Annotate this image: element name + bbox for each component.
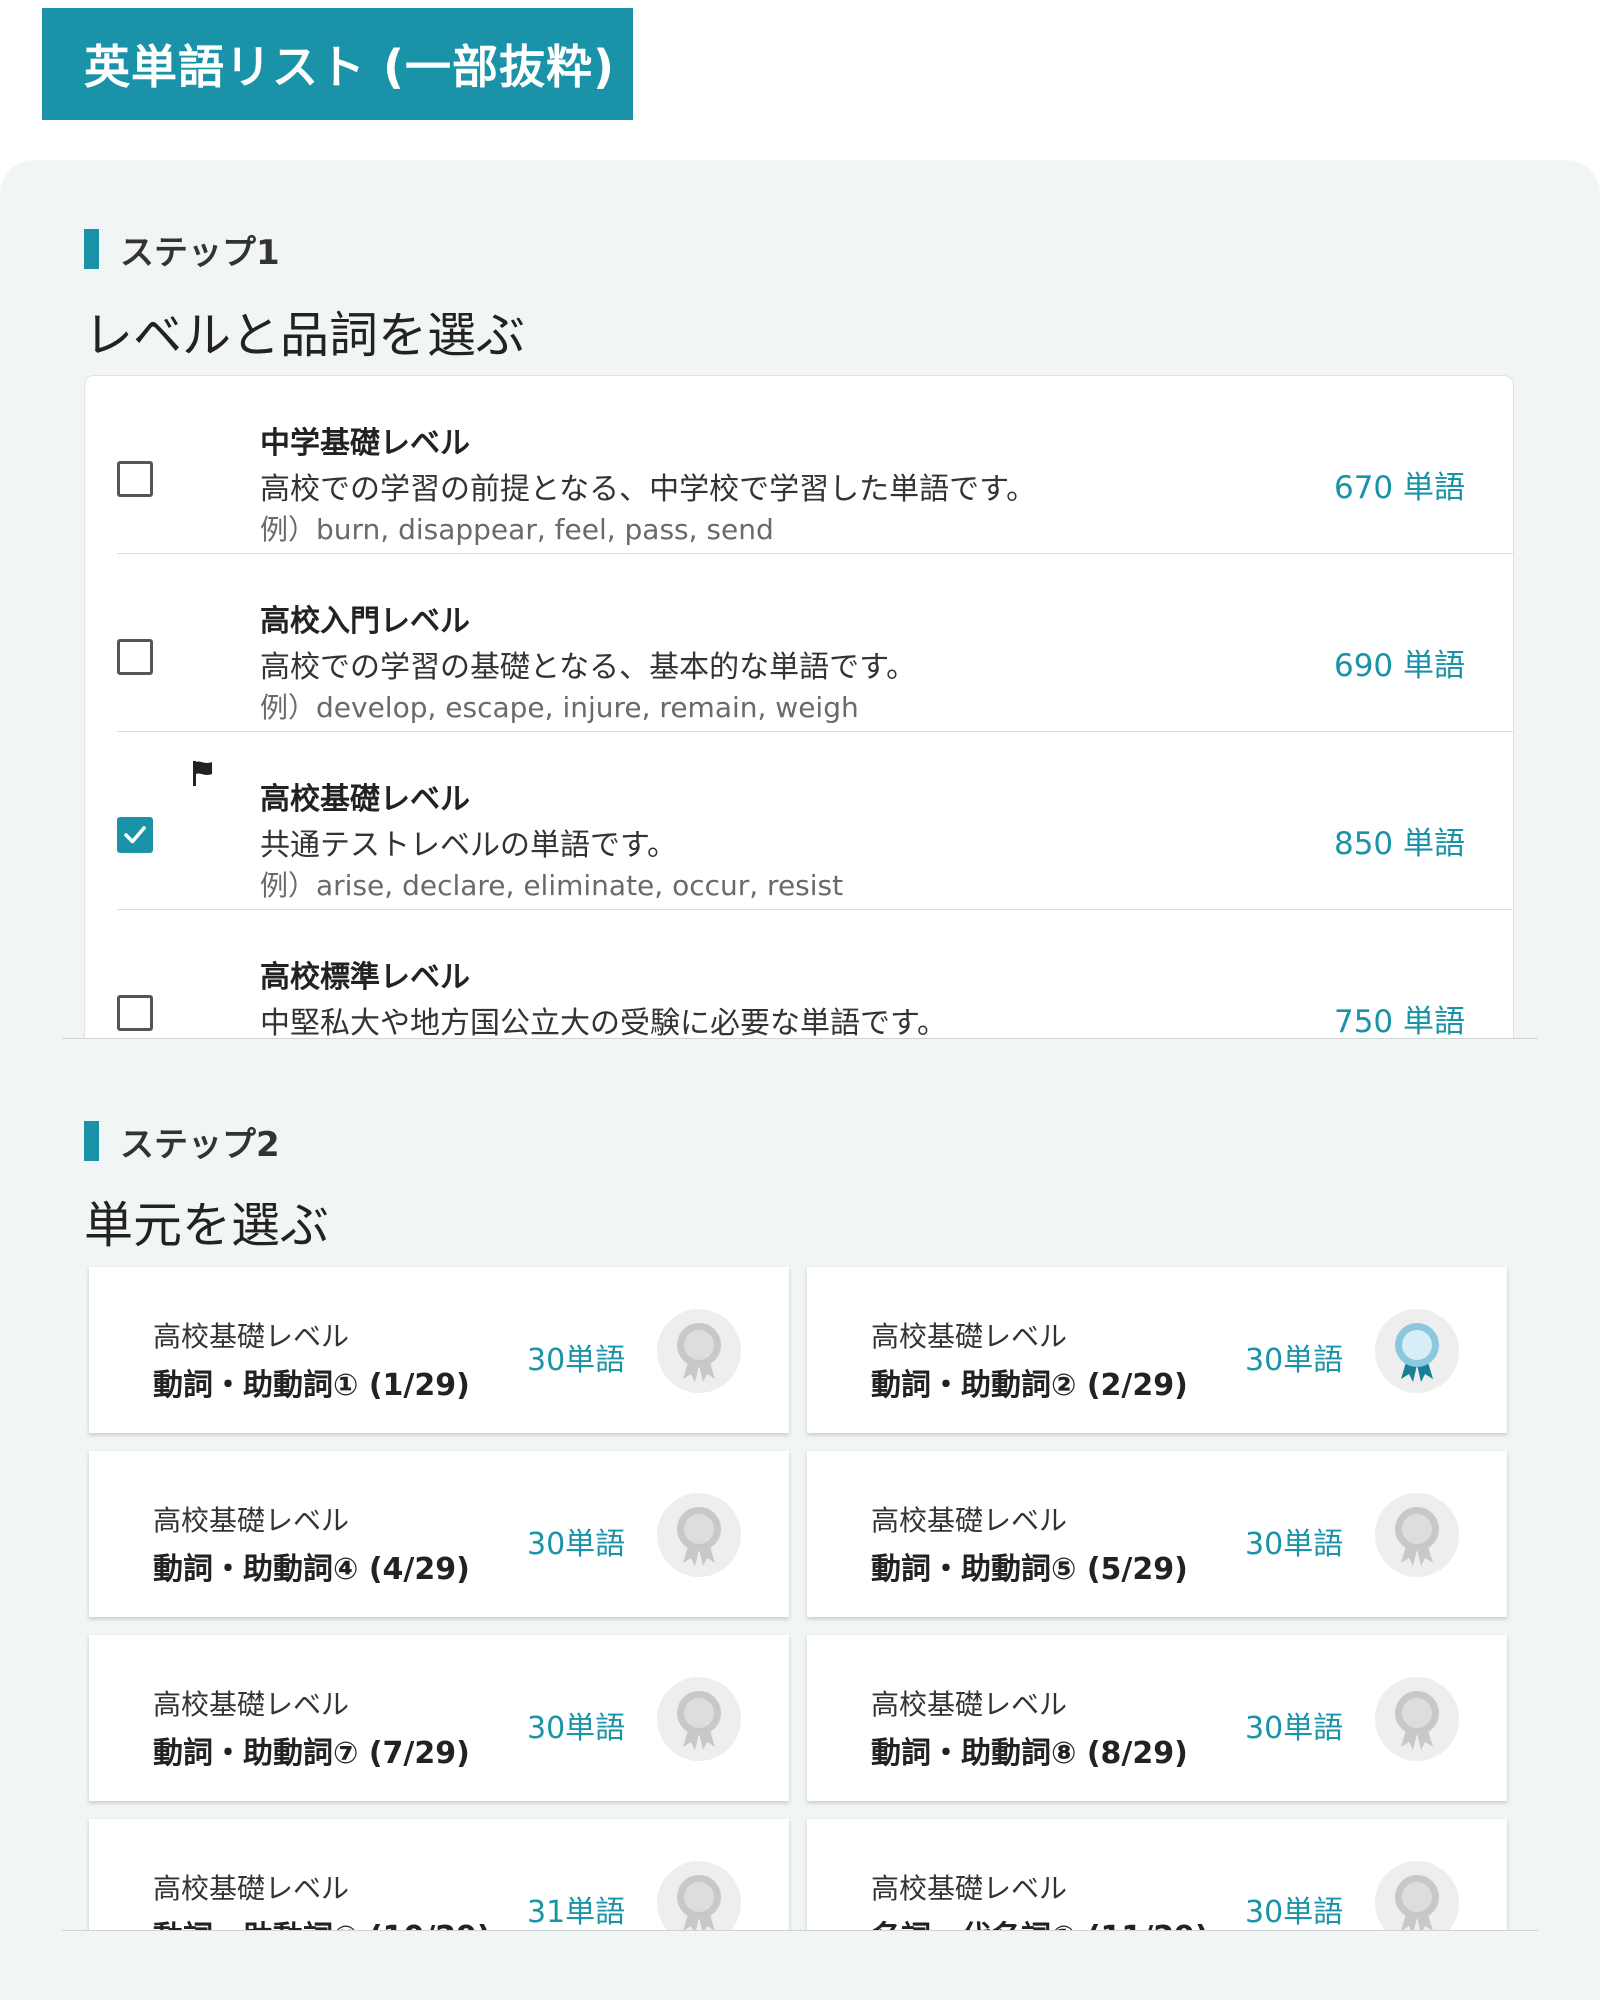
unit-word-count: 31単語: [527, 1895, 626, 1930]
unit-card[interactable]: 高校基礎レベル 動詞・助動詞⑤ (5/29) 30単語: [807, 1451, 1507, 1617]
step1-heading: レベルと品詞を選ぶ: [84, 307, 526, 364]
unit-name: 動詞・助動詞⑧ (8/29): [871, 1736, 1188, 1771]
level-description: 中堅私大や地方国公立大の受験に必要な単語です。: [260, 1006, 947, 1038]
unit-card[interactable]: 高校基礎レベル 動詞・助動詞⑦ (7/29) 30単語: [89, 1635, 789, 1801]
level-checkbox[interactable]: [117, 995, 153, 1031]
level-word-count: 750 単語: [1333, 1004, 1465, 1038]
level-description: 高校での学習の基礎となる、基本的な単語です。: [260, 650, 917, 685]
level-description: 高校での学習の前提となる、中学校で学習した単語です。: [260, 472, 1037, 507]
level-example: 例）develop, escape, injure, remain, weigh: [260, 691, 859, 724]
medal-icon: [657, 1677, 741, 1761]
step-marker: [84, 229, 99, 269]
unit-level: 高校基礎レベル: [871, 1688, 1068, 1721]
level-checkbox-checked[interactable]: [117, 817, 153, 853]
section-divider: [62, 1038, 1538, 1039]
level-row-koko-nyumon[interactable]: 高校入門レベル 高校での学習の基礎となる、基本的な単語です。 例）develop…: [117, 554, 1513, 732]
level-word-count: 670 単語: [1333, 470, 1465, 506]
unit-level: 高校基礎レベル: [153, 1688, 350, 1721]
medal-icon: [1375, 1493, 1459, 1577]
medal-icon: [657, 1309, 741, 1393]
unit-word-count: 30単語: [1245, 1343, 1344, 1378]
unit-word-count: 30単語: [1245, 1895, 1344, 1930]
list-fade-clip: [0, 1930, 1600, 2000]
unit-card[interactable]: 高校基礎レベル 動詞・助動詞② (2/29) 30単語: [807, 1267, 1507, 1433]
unit-word-count: 30単語: [527, 1343, 626, 1378]
unit-name: 動詞・助動詞⑦ (7/29): [153, 1736, 470, 1771]
step1-label: ステップ1: [84, 229, 280, 273]
medal-icon-earned: [1375, 1309, 1459, 1393]
medal-icon: [657, 1493, 741, 1577]
unit-name: 動詞・助動詞① (1/29): [153, 1368, 470, 1403]
step2-label: ステップ2: [84, 1121, 280, 1165]
unit-level: 高校基礎レベル: [153, 1504, 350, 1537]
unit-card[interactable]: 高校基礎レベル 動詞・助動詞① (1/29) 30単語: [89, 1267, 789, 1433]
level-row-koko-hyojun[interactable]: 高校標準レベル 中堅私大や地方国公立大の受験に必要な単語です。 750 単語: [117, 910, 1513, 1038]
unit-name: 動詞・助動詞② (2/29): [871, 1368, 1188, 1403]
level-list: 中学基礎レベル 高校での学習の前提となる、中学校で学習した単語です。 例）bur…: [84, 375, 1514, 1038]
step2-label-text: ステップ2: [120, 1124, 280, 1165]
level-word-count: 690 単語: [1333, 648, 1465, 684]
step1-label-text: ステップ1: [120, 232, 280, 273]
unit-name: 動詞・助動詞④ (4/29): [153, 1552, 470, 1587]
level-checkbox[interactable]: [117, 639, 153, 675]
level-checkbox[interactable]: [117, 461, 153, 497]
unit-level: 高校基礎レベル: [871, 1320, 1068, 1353]
level-name: 高校入門レベル: [260, 604, 470, 639]
medal-icon: [1375, 1677, 1459, 1761]
level-row-chugaku-kiso[interactable]: 中学基礎レベル 高校での学習の前提となる、中学校で学習した単語です。 例）bur…: [117, 376, 1513, 554]
level-name: 中学基礎レベル: [260, 426, 470, 461]
page-title: 英単語リスト (一部抜粋): [42, 8, 633, 120]
level-name: 高校標準レベル: [260, 960, 470, 995]
level-word-count: 850 単語: [1333, 826, 1465, 862]
unit-card[interactable]: 高校基礎レベル 動詞・助動詞⑧ (8/29) 30単語: [807, 1635, 1507, 1801]
unit-level: 高校基礎レベル: [871, 1872, 1068, 1905]
unit-level: 高校基礎レベル: [153, 1320, 350, 1353]
level-example: 例）burn, disappear, feel, pass, send: [260, 513, 774, 546]
level-description: 共通テストレベルの単語です。: [260, 828, 677, 863]
unit-card[interactable]: 高校基礎レベル 動詞・助動詞④ (4/29) 30単語: [89, 1451, 789, 1617]
level-row-koko-kiso[interactable]: 高校基礎レベル 共通テストレベルの単語です。 例）arise, declare,…: [117, 732, 1513, 910]
section-divider: [62, 1930, 1538, 1931]
level-example: 例）arise, declare, eliminate, occur, resi…: [260, 869, 844, 902]
checkmark-icon: [124, 826, 146, 844]
step2-heading: 単元を選ぶ: [84, 1197, 330, 1254]
unit-word-count: 30単語: [527, 1711, 626, 1746]
flag-icon: [193, 761, 212, 786]
unit-word-count: 30単語: [1245, 1711, 1344, 1746]
level-name: 高校基礎レベル: [260, 782, 470, 817]
unit-word-count: 30単語: [1245, 1527, 1344, 1562]
unit-level: 高校基礎レベル: [153, 1872, 350, 1905]
unit-name: 動詞・助動詞⑤ (5/29): [871, 1552, 1188, 1587]
unit-level: 高校基礎レベル: [871, 1504, 1068, 1537]
step-marker: [84, 1121, 99, 1161]
unit-word-count: 30単語: [527, 1527, 626, 1562]
